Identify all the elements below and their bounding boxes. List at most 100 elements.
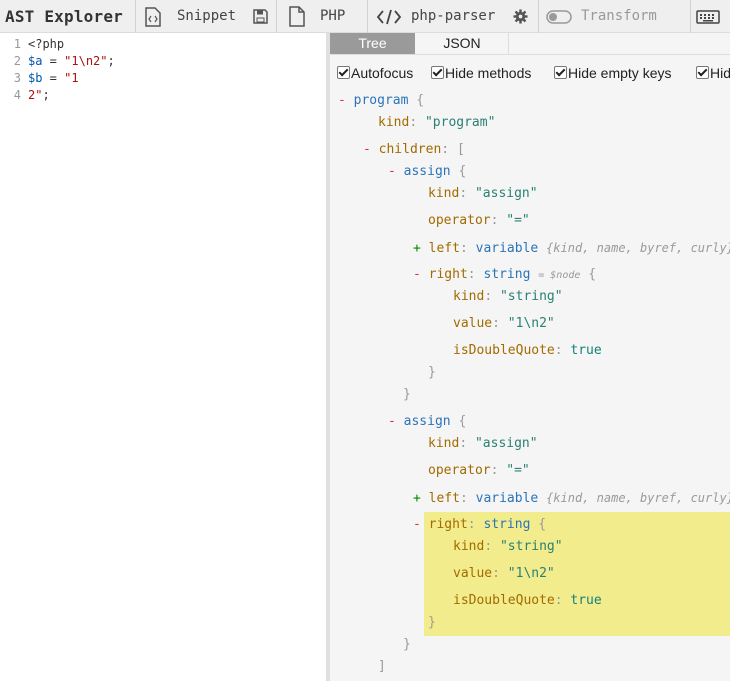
snippet-code-file-icon: [145, 7, 161, 27]
gear-icon[interactable]: [513, 9, 528, 24]
prop-value: "string": [499, 289, 563, 304]
collapse-toggle[interactable]: -: [388, 414, 396, 429]
tree-node-assign[interactable]: - assign {: [388, 413, 466, 431]
tree-prop-children[interactable]: - children: [: [363, 141, 465, 159]
code-token: 2": [28, 88, 43, 102]
hide-empty-keys-checkbox[interactable]: [554, 66, 567, 79]
option-label: Hid: [710, 65, 730, 81]
collapse-toggle[interactable]: -: [363, 142, 371, 157]
code-text: <?php: [28, 36, 64, 53]
tree-prop-operator[interactable]: operator: "=": [428, 462, 530, 480]
code-editor[interactable]: 1 <?php 2 $a = "1\n2"; 3 $b = "1 4 2";: [0, 33, 326, 681]
language-selector[interactable]: PHP: [288, 0, 360, 33]
parser-label: php-parser: [411, 8, 496, 24]
tree-prop-isdoublequote[interactable]: isDoubleQuote: true: [453, 592, 602, 610]
code-token: "1\n2": [64, 54, 108, 68]
tree-prop-kind[interactable]: kind: "string": [453, 538, 563, 556]
toolbar-divider: [538, 0, 539, 33]
node-type: variable: [475, 241, 539, 256]
code-token: $a: [28, 54, 43, 68]
line-number: 2: [13, 54, 21, 68]
collapse-toggle[interactable]: -: [413, 517, 421, 532]
tree-prop-left[interactable]: + left: variable {kind, name, byref, cur…: [413, 489, 730, 507]
toolbar: AST Explorer Snippet PHP php-parser Tran…: [0, 0, 730, 33]
keyboard-icon[interactable]: [696, 10, 720, 24]
prop-key: operator: [428, 213, 491, 228]
prop-key: kind: [453, 539, 485, 554]
closing-brace: }: [403, 387, 411, 402]
tree-prop-kind[interactable]: kind: "string": [453, 288, 563, 306]
tree-node-program[interactable]: - program {: [338, 92, 424, 110]
prop-value: "program": [424, 115, 496, 130]
collapse-toggle[interactable]: -: [338, 93, 346, 108]
tree-node-assign[interactable]: - assign {: [388, 163, 466, 181]
line-number: 1: [13, 37, 21, 51]
code-line[interactable]: 2 $a = "1\n2";: [0, 53, 326, 70]
prop-value: "assign": [474, 186, 538, 201]
tree-prop-right[interactable]: - right: string {: [413, 516, 546, 534]
code-line[interactable]: 4 2";: [0, 87, 326, 104]
collapsed-summary: {kind, name, byref, curly}: [546, 491, 730, 505]
tree-prop-kind[interactable]: kind: "assign": [428, 185, 538, 203]
prop-value: "string": [499, 539, 563, 554]
snippet-button[interactable]: Snippet: [144, 0, 252, 33]
autofocus-checkbox[interactable]: [337, 66, 350, 79]
prop-value: "assign": [474, 436, 538, 451]
code-token: =: [42, 71, 65, 85]
toolbar-divider: [367, 0, 368, 33]
prop-key: value: [453, 316, 493, 331]
prop-key: kind: [428, 186, 460, 201]
prop-key: left: [428, 491, 460, 506]
toolbar-divider: [690, 0, 691, 33]
tree-prop-operator[interactable]: operator: "=": [428, 212, 530, 230]
node-type: assign: [403, 164, 451, 179]
tree-prop-isdoublequote[interactable]: isDoubleQuote: true: [453, 342, 602, 360]
brace: {: [416, 93, 425, 108]
prop-value: true: [570, 343, 602, 358]
code-token: <?php: [28, 37, 65, 51]
line-number: 4: [13, 88, 21, 102]
transform-toggle[interactable]: Transform: [546, 0, 690, 33]
brace: {: [538, 517, 547, 532]
tree-prop-right[interactable]: - right: string = $node {: [413, 266, 596, 284]
prop-value: "=": [506, 463, 530, 478]
toggle-off-icon: [546, 10, 572, 24]
toolbar-divider: [135, 0, 136, 33]
tab-json[interactable]: JSON: [416, 33, 509, 54]
prop-value: true: [570, 593, 602, 608]
prop-value: "1\n2": [507, 566, 555, 581]
tab-tree[interactable]: Tree: [330, 33, 415, 54]
prop-key: value: [453, 566, 493, 581]
tree-prop-kind[interactable]: kind: "program": [378, 114, 495, 132]
collapse-toggle[interactable]: -: [388, 164, 396, 179]
tree-prop-kind[interactable]: kind: "assign": [428, 435, 538, 453]
toolbar-divider: [276, 0, 277, 33]
node-type: string: [483, 267, 531, 282]
tree-prop-left[interactable]: + left: variable {kind, name, byref, cur…: [413, 239, 730, 257]
code-token: =: [42, 54, 65, 68]
hide-location-checkbox[interactable]: [696, 66, 709, 79]
line-number: 3: [13, 71, 21, 85]
code-line[interactable]: 1 <?php: [0, 36, 326, 53]
prop-key: isDoubleQuote: [453, 593, 555, 608]
node-type: string: [483, 517, 531, 532]
code-line[interactable]: 3 $b = "1: [0, 70, 326, 87]
hide-methods-checkbox[interactable]: [431, 66, 444, 79]
tree-prop-value[interactable]: value: "1\n2": [453, 315, 555, 333]
collapse-toggle[interactable]: -: [413, 267, 421, 282]
parser-selector[interactable]: php-parser: [377, 0, 503, 33]
snippet-label: Snippet: [177, 8, 237, 24]
prop-value: "1\n2": [507, 316, 555, 331]
save-icon[interactable]: [253, 9, 268, 24]
expand-toggle[interactable]: +: [413, 241, 421, 256]
prop-key: kind: [453, 289, 485, 304]
prop-key: right: [428, 517, 468, 532]
collapsed-summary: {kind, name, byref, curly}: [546, 241, 730, 255]
prop-key: kind: [378, 115, 410, 130]
tree-prop-value[interactable]: value: "1\n2": [453, 565, 555, 583]
node-annotation: = $node: [538, 270, 581, 281]
prop-key: right: [428, 267, 468, 282]
expand-toggle[interactable]: +: [413, 491, 421, 506]
option-label: Autofocus: [351, 65, 414, 81]
bracket: [: [456, 142, 465, 157]
